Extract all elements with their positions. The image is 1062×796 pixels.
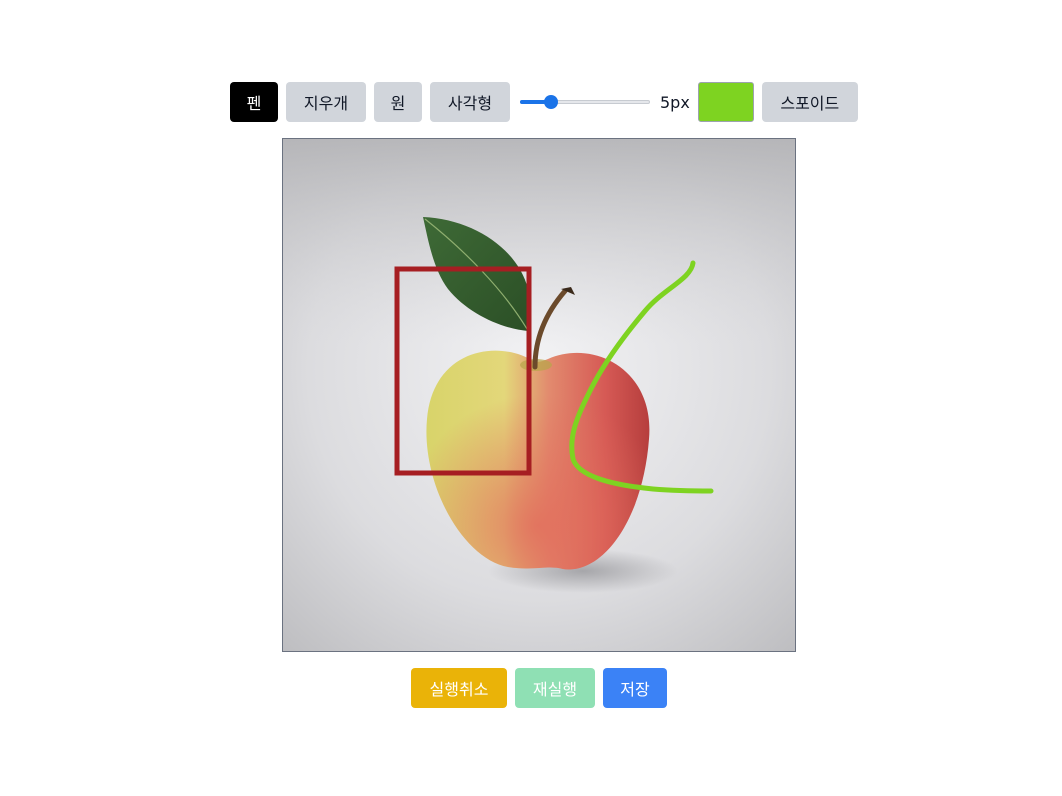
rectangle-tool-button[interactable]: 사각형 [430, 82, 510, 122]
color-picker[interactable] [697, 82, 754, 122]
slider-thumb[interactable] [544, 95, 558, 109]
pen-tool-button[interactable]: 펜 [230, 82, 278, 122]
brush-size-slider[interactable] [520, 94, 650, 110]
action-bar: 실행취소 재실행 저장 [411, 668, 667, 708]
toolbar: 펜 지우개 원 사각형 5px 스포이드 [230, 82, 858, 122]
eyedropper-button[interactable]: 스포이드 [761, 82, 858, 122]
undo-button[interactable]: 실행취소 [411, 668, 507, 708]
drawing-canvas[interactable] [282, 138, 796, 652]
circle-tool-button[interactable]: 원 [374, 82, 422, 122]
brush-size-label: 5px [660, 92, 690, 112]
save-button[interactable]: 저장 [603, 668, 667, 708]
canvas-image [283, 139, 795, 651]
redo-button[interactable]: 재실행 [515, 668, 595, 708]
eraser-tool-button[interactable]: 지우개 [286, 82, 366, 122]
